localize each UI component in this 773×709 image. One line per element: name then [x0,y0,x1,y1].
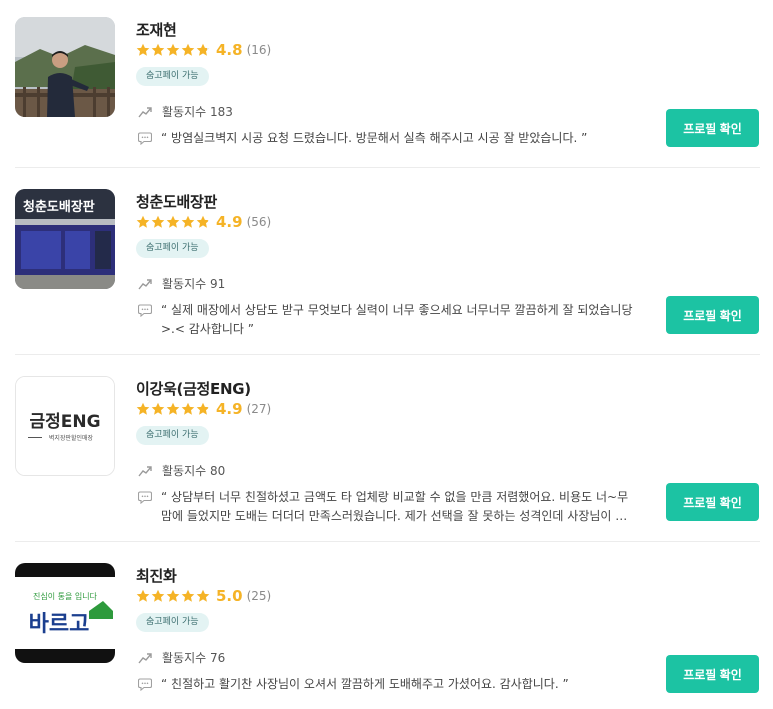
activity-index: 활동지수 80 [138,462,225,479]
trend-up-icon [138,465,152,476]
expert-card[interactable]: 금정ENG 벽지장판할인매장 이강욱(금정ENG) 4.9 (27) 숨고페이 … [0,376,773,526]
star-icon [166,589,180,602]
star-icon [151,589,165,602]
divider [15,167,760,168]
review-snippet: “ 친절하고 활기찬 사장님이 오셔서 깔끔하게 도배해주고 가셨어요. 감사합… [138,675,638,694]
rating: 4.9 (27) [136,400,271,418]
star-icon [196,589,210,602]
speech-bubble-icon [138,132,152,145]
profile-button[interactable]: 프로필 확인 [666,483,759,521]
trend-up-icon [138,278,152,289]
star-icon [166,215,180,228]
expert-list: 조재현 4.8 (16) 숨고페이 가능 활동지수 183 “ 방염실크벽지 시… [0,0,773,709]
expert-card[interactable]: 조재현 4.8 (16) 숨고페이 가능 활동지수 183 “ 방염실크벽지 시… [0,17,773,167]
divider [15,354,760,355]
rating-score: 4.9 [216,213,243,231]
activity-text: 활동지수 183 [162,105,233,119]
status-badge: 숨고페이 가능 [136,239,209,258]
review-text: “ 친절하고 활기찬 사장님이 오셔서 깔끔하게 도배해주고 가셨어요. 감사합… [161,677,569,691]
star-icon [166,402,180,415]
activity-text: 활동지수 91 [162,277,226,291]
logo-text: 바르고 [29,612,90,637]
star-rating [136,402,210,416]
star-icon [151,215,165,228]
activity-text: 활동지수 80 [162,464,226,478]
star-icon [166,43,180,56]
expert-name[interactable]: 청춘도배장판 [136,191,217,212]
expert-card[interactable]: 진심이 통을 입니다 바르고 최진화 5.0 (25) 숨고페이 가능 활동지수… [0,563,773,709]
shop-sign-text: 청춘도배장판 [23,199,95,215]
review-count: (25) [246,589,272,603]
review-snippet: “ 방염실크벽지 시공 요청 드렸습니다. 방문해서 실측 해주시고 시공 잘 … [138,129,638,148]
status-badge: 숨고페이 가능 [136,426,209,445]
activity-text: 활동지수 76 [162,651,226,665]
review-count: (56) [246,215,272,229]
profile-button[interactable]: 프로필 확인 [666,296,759,334]
star-icon [136,43,150,56]
rating-score: 5.0 [216,587,243,605]
star-rating [136,43,210,57]
speech-bubble-icon [138,678,152,691]
review-snippet: “ 상담부터 너무 친절하셨고 금액도 타 업체랑 비교할 수 없을 만큼 저렴… [138,488,638,526]
profile-logo[interactable]: 금정ENG 벽지장판할인매장 [15,376,115,476]
rating-score: 4.8 [216,41,243,59]
expert-name[interactable]: 조재현 [136,19,177,40]
profile-photo[interactable] [15,17,115,117]
rating: 4.9 (56) [136,213,271,231]
star-icon [196,215,210,228]
star-icon [151,43,165,56]
status-badge: 숨고페이 가능 [136,67,209,86]
logo-text: 금정ENG [29,412,100,432]
review-count: (16) [246,43,272,57]
star-icon [181,402,195,415]
activity-index: 활동지수 91 [138,275,225,292]
star-icon [196,402,210,415]
divider [15,541,760,542]
star-rating [136,215,210,229]
expert-name[interactable]: 이강욱(금정ENG) [136,378,251,399]
rating-score: 4.9 [216,400,243,418]
star-icon [181,589,195,602]
activity-index: 활동지수 76 [138,649,225,666]
expert-name[interactable]: 최진화 [136,565,177,586]
status-badge: 숨고페이 가능 [136,613,209,632]
speech-bubble-icon [138,491,152,504]
star-icon [136,402,150,415]
rating: 4.8 (16) [136,41,271,59]
star-icon [151,402,165,415]
review-count: (27) [246,402,272,416]
activity-index: 활동지수 183 [138,103,233,120]
profile-photo[interactable]: 청춘도배장판 [15,189,115,289]
star-rating [136,589,210,603]
rating: 5.0 (25) [136,587,271,605]
expert-card[interactable]: 청춘도배장판 청춘도배장판 4.9 (56) 숨고페이 가능 활동지수 91 “… [0,189,773,339]
profile-logo[interactable]: 진심이 통을 입니다 바르고 [15,563,115,663]
review-text: “ 실제 매장에서 상담도 받구 무엇보다 실력이 너무 좋으세요 너무너무 깔… [161,303,633,336]
profile-button[interactable]: 프로필 확인 [666,655,759,693]
review-snippet: “ 실제 매장에서 상담도 받구 무엇보다 실력이 너무 좋으세요 너무너무 깔… [138,301,638,339]
trend-up-icon [138,106,152,117]
logo-subtext: 벽지장판할인매장 [49,434,94,442]
star-icon [181,43,195,56]
logo-slogan: 진심이 통을 입니다 [33,591,98,601]
star-icon [136,589,150,602]
star-icon [136,215,150,228]
trend-up-icon [138,652,152,663]
star-icon [181,215,195,228]
profile-button[interactable]: 프로필 확인 [666,109,759,147]
speech-bubble-icon [138,304,152,317]
star-icon [196,43,210,56]
review-text: “ 상담부터 너무 친절하셨고 금액도 타 업체랑 비교할 수 없을 만큼 저렴… [161,490,629,523]
review-text: “ 방염실크벽지 시공 요청 드렸습니다. 방문해서 실측 해주시고 시공 잘 … [161,131,588,145]
